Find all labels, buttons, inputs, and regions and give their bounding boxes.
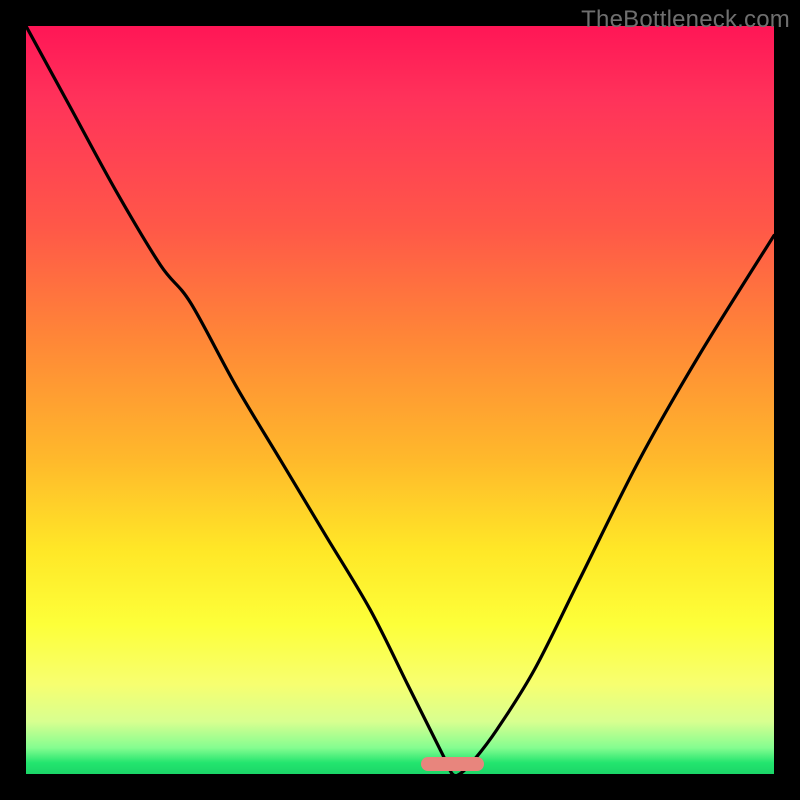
bottleneck-marker bbox=[421, 757, 484, 771]
bottleneck-curve bbox=[26, 26, 774, 774]
chart-frame: TheBottleneck.com bbox=[0, 0, 800, 800]
curve-path bbox=[26, 26, 774, 774]
plot-area bbox=[26, 26, 774, 774]
watermark-text: TheBottleneck.com bbox=[581, 6, 790, 34]
